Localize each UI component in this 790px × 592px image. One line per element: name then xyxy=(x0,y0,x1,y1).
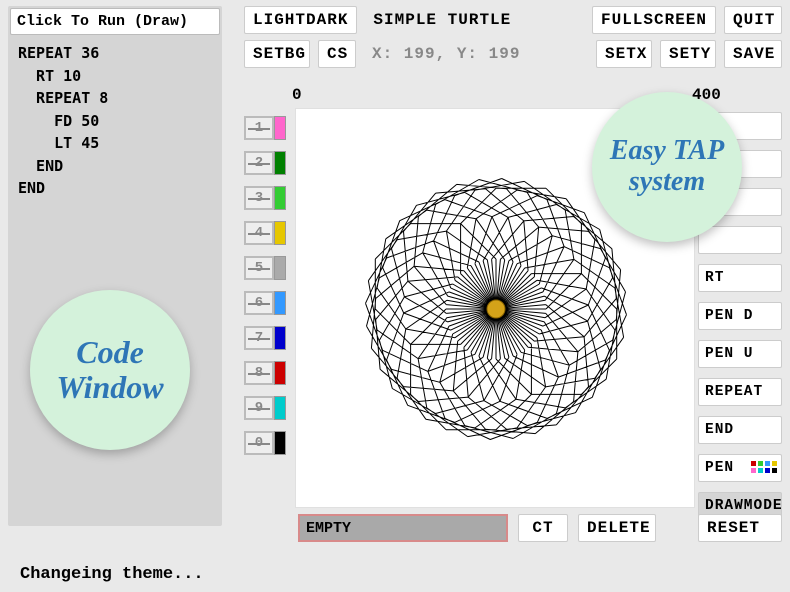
cmd-end[interactable]: END xyxy=(698,416,782,444)
run-button[interactable]: Click To Run (Draw) xyxy=(10,8,220,35)
annotation-code-window: Code Window xyxy=(30,290,190,450)
setx-button[interactable]: SETX xyxy=(596,40,652,68)
palette-swatch-9[interactable]: 9 xyxy=(244,396,290,420)
palette-swatch-7[interactable]: 7 xyxy=(244,326,290,350)
coords-display: X: 199, Y: 199 xyxy=(372,45,588,63)
lightdark-button[interactable]: LIGHTDARK xyxy=(244,6,357,34)
quit-button[interactable]: QUIT xyxy=(724,6,782,34)
setbg-button[interactable]: SETBG xyxy=(244,40,310,68)
palette-swatch-1[interactable]: 1 xyxy=(244,116,290,140)
color-palette: 1 2 3 4 5 6 7 8 9 0 xyxy=(244,116,290,455)
cmd-rt[interactable]: RT xyxy=(698,264,782,292)
command-input[interactable] xyxy=(298,514,508,542)
cmd-pen-down[interactable]: PEN D xyxy=(698,302,782,330)
palette-swatch-0[interactable]: 0 xyxy=(244,431,290,455)
reset-button[interactable]: RESET xyxy=(698,514,782,542)
sety-button[interactable]: SETY xyxy=(660,40,716,68)
palette-swatch-3[interactable]: 3 xyxy=(244,186,290,210)
delete-button[interactable]: DELETE xyxy=(578,514,656,542)
app-title: SIMPLE TURTLE xyxy=(373,11,584,29)
pen-swatch-icon xyxy=(751,461,777,473)
ct-button[interactable]: CT xyxy=(518,514,568,542)
palette-swatch-8[interactable]: 8 xyxy=(244,361,290,385)
save-button[interactable]: SAVE xyxy=(724,40,782,68)
palette-swatch-2[interactable]: 2 xyxy=(244,151,290,175)
code-text: REPEAT 36 RT 10 REPEAT 8 FD 50 LT 45 END… xyxy=(18,42,108,200)
scale-min: 0 xyxy=(292,86,302,104)
annotation-easy-tap: Easy TAP system xyxy=(592,92,742,242)
palette-swatch-4[interactable]: 4 xyxy=(244,221,290,245)
palette-swatch-6[interactable]: 6 xyxy=(244,291,290,315)
cs-button[interactable]: CS xyxy=(318,40,356,68)
cmd-repeat[interactable]: REPEAT xyxy=(698,378,782,406)
palette-swatch-5[interactable]: 5 xyxy=(244,256,290,280)
fullscreen-button[interactable]: FULLSCREEN xyxy=(592,6,716,34)
cmd-blank-4[interactable]: . xyxy=(698,226,782,254)
cmd-pen-up[interactable]: PEN U xyxy=(698,340,782,368)
cmd-pen[interactable]: PEN xyxy=(698,454,782,482)
status-text: Changeing theme... xyxy=(20,565,204,584)
cmd-pen-label: PEN xyxy=(705,460,734,476)
